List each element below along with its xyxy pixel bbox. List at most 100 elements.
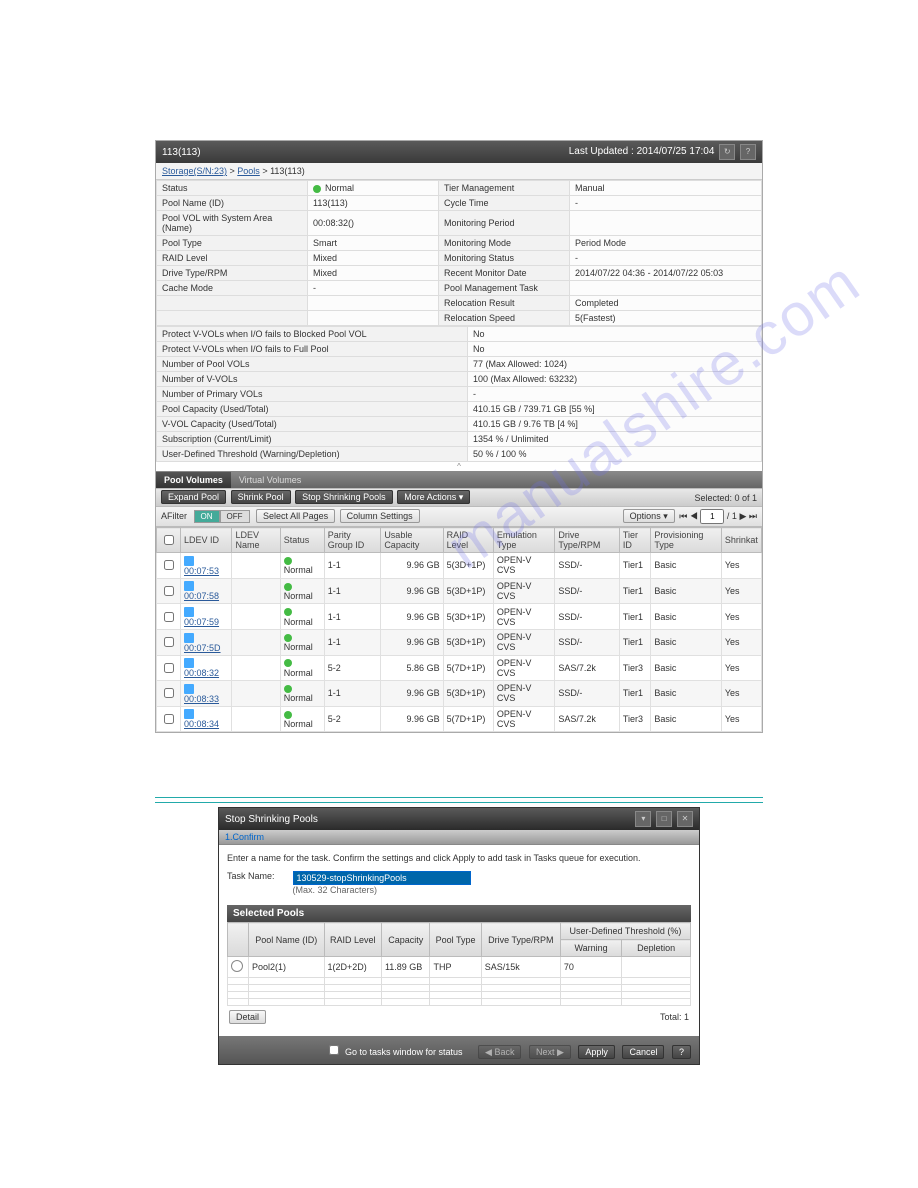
col-ldev-id[interactable]: LDEV ID — [181, 528, 232, 553]
col-raid[interactable]: RAID Level — [443, 528, 493, 553]
collapse-handle[interactable]: ^ — [156, 462, 762, 471]
page-title: 113(113) — [162, 147, 201, 158]
filter-toggle[interactable]: ON OFF — [194, 510, 250, 523]
col-drive-type: Drive Type/RPM — [481, 923, 560, 957]
maximize-icon[interactable]: □ — [656, 811, 672, 827]
dialog-footer: Go to tasks window for status ◀ Back Nex… — [219, 1036, 699, 1064]
prop-value: 50 % / 100 % — [468, 447, 762, 462]
cancel-button[interactable]: Cancel — [622, 1045, 664, 1059]
filter-label[interactable]: AFilter — [161, 511, 187, 521]
prop-value: 2014/07/22 04:36 - 2014/07/22 05:03 — [570, 266, 762, 281]
prop-label: Number of V-VOLs — [157, 372, 468, 387]
prop-value: 5(Fastest) — [570, 311, 762, 326]
table-row[interactable]: 00:08:34 Normal 5-29.96 GB5(7D+1P)OPEN-V… — [157, 706, 762, 732]
table-row[interactable]: 00:07:53 Normal 1-19.96 GB5(3D+1P)OPEN-V… — [157, 553, 762, 579]
page-of: / 1 — [727, 511, 737, 521]
dialog-help-icon[interactable]: ? — [672, 1045, 691, 1059]
pager-first-icon[interactable]: ⏮ — [679, 511, 687, 521]
prop-value: 77 (Max Allowed: 1024) — [468, 357, 762, 372]
select-all-checkbox[interactable] — [164, 535, 174, 545]
selection-count: Selected: 0 of 1 — [694, 493, 757, 503]
bc-pools[interactable]: Pools — [237, 166, 260, 176]
select-all-pages-button[interactable]: Select All Pages — [256, 509, 335, 523]
row-checkbox[interactable] — [164, 612, 174, 622]
status-dot-icon — [313, 185, 321, 193]
pager-prev-icon[interactable]: ◀ — [690, 511, 698, 521]
page-input[interactable] — [700, 509, 724, 524]
row-checkbox[interactable] — [164, 586, 174, 596]
col-drive[interactable]: Drive Type/RPM — [555, 528, 620, 553]
row-checkbox[interactable] — [164, 714, 174, 724]
col-shrink[interactable]: Shrinkat — [721, 528, 761, 553]
col-capacity[interactable]: Usable Capacity — [381, 528, 443, 553]
prop-label: Cycle Time — [439, 196, 570, 211]
properties-table: StatusNormalTier ManagementManualPool Na… — [156, 180, 762, 326]
volumes-grid: LDEV ID LDEV Name Status Parity Group ID… — [156, 527, 762, 732]
ldev-link[interactable]: 00:07:53 — [184, 566, 219, 576]
back-button[interactable]: ◀ Back — [478, 1045, 521, 1059]
tab-pool-volumes[interactable]: Pool Volumes — [156, 472, 231, 488]
tab-virtual-volumes[interactable]: Virtual Volumes — [231, 472, 309, 488]
status-dot-icon — [284, 634, 292, 642]
ldev-link[interactable]: 00:08:34 — [184, 719, 219, 729]
ldev-link[interactable]: 00:07:5D — [184, 643, 221, 653]
prop-label: Pool Management Task — [439, 281, 570, 296]
pager-next-icon[interactable]: ▶ — [739, 511, 746, 521]
prop-label: Subscription (Current/Limit) — [157, 432, 468, 447]
ldev-link[interactable]: 00:08:33 — [184, 694, 219, 704]
prop-label: Recent Monitor Date — [439, 266, 570, 281]
table-row[interactable]: Pool2(1) 1(2D+2D) 11.89 GB THP SAS/15k 7… — [228, 957, 691, 978]
prop-label: Monitoring Mode — [439, 236, 570, 251]
prop-value: Mixed — [308, 251, 439, 266]
prop-label: Monitoring Status — [439, 251, 570, 266]
table-row[interactable]: 00:07:5D Normal 1-19.96 GB5(3D+1P)OPEN-V… — [157, 629, 762, 655]
bc-storage[interactable]: Storage(S/N:23) — [162, 166, 227, 176]
pager-last-icon[interactable]: ⏭ — [749, 511, 757, 521]
table-row[interactable]: 00:08:32 Normal 5-25.86 GB5(7D+1P)OPEN-V… — [157, 655, 762, 681]
row-radio[interactable] — [231, 960, 243, 972]
col-pg[interactable]: Parity Group ID — [324, 528, 381, 553]
row-checkbox[interactable] — [164, 560, 174, 570]
wizard-step: 1.Confirm — [219, 830, 699, 845]
table-row[interactable]: 00:07:59 Normal 1-19.96 GB5(3D+1P)OPEN-V… — [157, 604, 762, 630]
row-checkbox[interactable] — [164, 663, 174, 673]
dialog-title: Stop Shrinking Pools — [225, 814, 318, 825]
col-prov[interactable]: Provisioning Type — [651, 528, 722, 553]
prop-value: Normal — [308, 181, 439, 196]
help-icon[interactable]: ? — [740, 144, 756, 160]
col-tier[interactable]: Tier ID — [619, 528, 650, 553]
prop-value: No — [468, 342, 762, 357]
table-row[interactable]: 00:07:58 Normal 1-19.96 GB5(3D+1P)OPEN-V… — [157, 578, 762, 604]
volume-icon — [184, 607, 194, 617]
expand-pool-button[interactable]: Expand Pool — [161, 490, 226, 504]
table-row[interactable]: 00:08:33 Normal 1-19.96 GB5(3D+1P)OPEN-V… — [157, 681, 762, 707]
volume-icon — [184, 658, 194, 668]
prop-value: - — [570, 251, 762, 266]
col-emulation[interactable]: Emulation Type — [493, 528, 555, 553]
close-icon[interactable]: ✕ — [677, 811, 693, 827]
goto-tasks-checkbox[interactable]: Go to tasks window for status — [325, 1047, 465, 1057]
col-ldev-name[interactable]: LDEV Name — [232, 528, 280, 553]
detail-button[interactable]: Detail — [229, 1010, 266, 1024]
column-settings-button[interactable]: Column Settings — [340, 509, 420, 523]
prop-label: Protect V-VOLs when I/O fails to Full Po… — [157, 342, 468, 357]
row-checkbox[interactable] — [164, 637, 174, 647]
shrink-pool-button[interactable]: Shrink Pool — [231, 490, 291, 504]
status-dot-icon — [284, 685, 292, 693]
ldev-link[interactable]: 00:07:58 — [184, 591, 219, 601]
minimize-icon[interactable]: ▾ — [635, 811, 651, 827]
refresh-icon[interactable]: ↻ — [719, 144, 735, 160]
ldev-link[interactable]: 00:07:59 — [184, 617, 219, 627]
apply-button[interactable]: Apply — [578, 1045, 615, 1059]
task-name-input[interactable] — [293, 871, 471, 885]
prop-value: Period Mode — [570, 236, 762, 251]
prop-label: Pool VOL with System Area (Name) — [157, 211, 308, 236]
ldev-link[interactable]: 00:08:32 — [184, 668, 219, 678]
stop-shrinking-button[interactable]: Stop Shrinking Pools — [295, 490, 393, 504]
more-actions-button[interactable]: More Actions ▾ — [397, 490, 470, 504]
selected-pools-table: Pool Name (ID) RAID Level Capacity Pool … — [227, 922, 691, 1006]
row-checkbox[interactable] — [164, 688, 174, 698]
options-button[interactable]: Options ▾ — [623, 509, 675, 523]
col-status[interactable]: Status — [280, 528, 324, 553]
next-button[interactable]: Next ▶ — [529, 1045, 571, 1059]
